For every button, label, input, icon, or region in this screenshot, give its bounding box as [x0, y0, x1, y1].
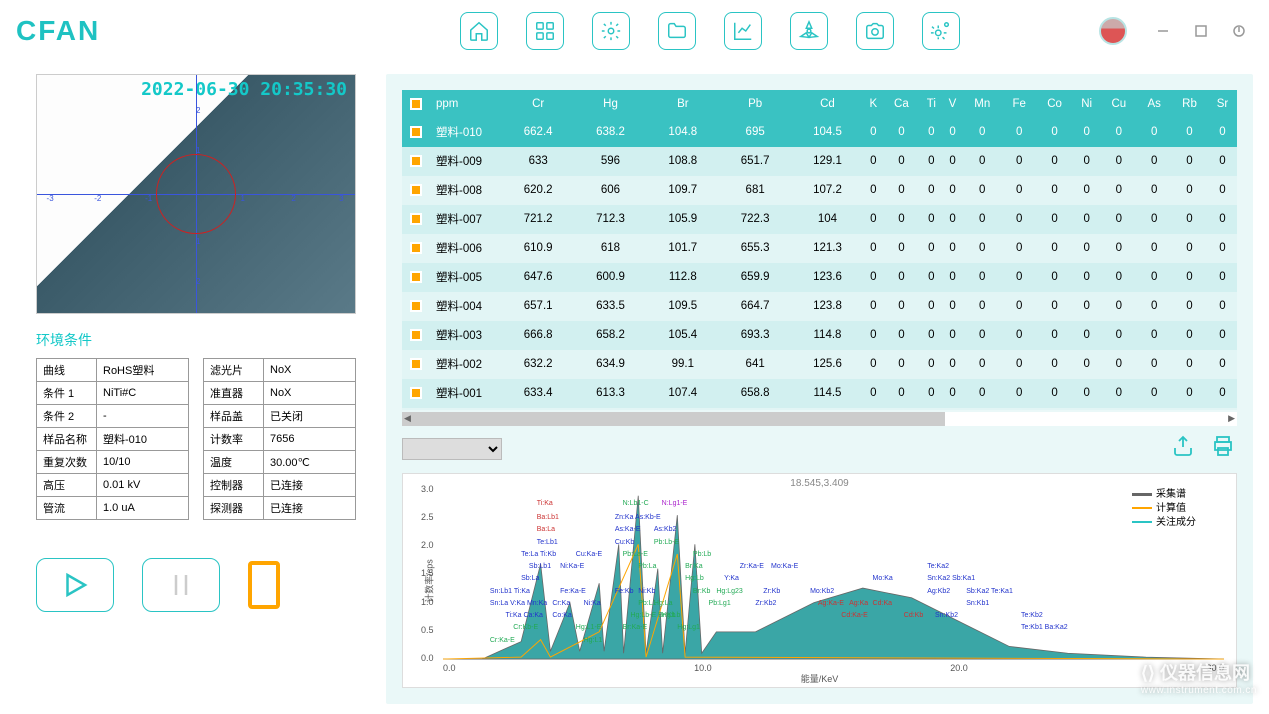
col-header[interactable]: Co [1036, 90, 1073, 118]
apps-icon[interactable] [526, 12, 564, 50]
col-header[interactable]: Fe [1002, 90, 1036, 118]
table-row[interactable]: 塑料-004657.1633.5109.5664.7123.8000000000… [402, 292, 1237, 321]
table-row[interactable]: 塑料-008620.2606109.7681107.2000000000000 [402, 176, 1237, 205]
camera-timestamp: 2022-06-30 20:35:30 [141, 79, 347, 100]
chart-xlabel: 能量/KeV [801, 672, 839, 685]
settings-icon[interactable] [592, 12, 630, 50]
param-val: 已连接 [264, 474, 356, 497]
chart-icon[interactable] [724, 12, 762, 50]
col-header[interactable]: Br [647, 90, 719, 118]
col-header[interactable]: V [943, 90, 962, 118]
param-key: 控制器 [204, 474, 264, 497]
results-grid[interactable]: ppmCrHgBrPbCdKCaTiVMnFeCoNiCuAsRbSr塑料-01… [402, 90, 1237, 410]
params-table-right: 滤光片NoX准直器NoX样品盖已关闭计数率7656温度30.00℃控制器已连接探… [203, 358, 356, 520]
table-row[interactable]: 塑料-002632.2634.999.1641125.6000000000000 [402, 350, 1237, 379]
param-key: 高压 [37, 474, 97, 497]
param-val: NiTi#C [97, 382, 189, 405]
play-button[interactable] [36, 558, 114, 612]
param-val: 10/10 [97, 451, 189, 474]
params-table-left: 曲线RoHS塑料条件 1NiTi#C条件 2-样品名称塑料-010重复次数10/… [36, 358, 189, 520]
col-header[interactable]: K [864, 90, 883, 118]
col-header[interactable]: Ti [920, 90, 943, 118]
col-header[interactable]: ppm [430, 90, 502, 118]
param-key: 条件 1 [37, 382, 97, 405]
col-header[interactable] [402, 90, 430, 118]
camera-view: 2022-06-30 20:35:30 -3-2-1 123 12 12 [36, 74, 356, 314]
playback-controls [16, 520, 376, 612]
chart-select[interactable] [402, 438, 502, 460]
param-key: 温度 [204, 451, 264, 474]
param-val: 塑料-010 [97, 428, 189, 451]
col-header[interactable]: Ni [1073, 90, 1100, 118]
param-key: 样品盖 [204, 405, 264, 428]
col-header[interactable]: Cd [791, 90, 863, 118]
table-row[interactable]: 平均值648.5631.1106.5672.3116.8000000000000 [402, 408, 1237, 410]
param-key: 探测器 [204, 497, 264, 520]
advanced-settings-icon[interactable] [922, 12, 960, 50]
topicons [460, 12, 960, 50]
col-header[interactable]: Sr [1208, 90, 1237, 118]
table-row[interactable]: 塑料-006610.9618101.7655.3121.300000000000… [402, 234, 1237, 263]
logo: CFAN [16, 15, 100, 47]
table-row[interactable]: 塑料-005647.6600.9112.8659.9123.6000000000… [402, 263, 1237, 292]
param-key: 曲线 [37, 359, 97, 382]
param-val: 1.0 uA [97, 497, 189, 520]
param-val: 已连接 [264, 497, 356, 520]
camera-icon[interactable] [856, 12, 894, 50]
close-button[interactable] [1225, 22, 1253, 40]
col-header[interactable]: Hg [574, 90, 646, 118]
minimize-button[interactable] [1149, 22, 1177, 40]
param-val: NoX [264, 382, 356, 405]
param-val: NoX [264, 359, 356, 382]
col-header[interactable]: Rb [1171, 90, 1208, 118]
param-key: 滤光片 [204, 359, 264, 382]
param-key: 重复次数 [37, 451, 97, 474]
table-row[interactable]: 塑料-003666.8658.2105.4693.3114.8000000000… [402, 321, 1237, 350]
param-key: 计数率 [204, 428, 264, 451]
col-header[interactable]: As [1137, 90, 1171, 118]
spectrum-chart[interactable]: 18.545,3.409 采集谱 计算值 关注成分 计数率/cps 能量/KeV… [402, 473, 1237, 688]
results-grid-wrapper[interactable]: ppmCrHgBrPbCdKCaTiVMnFeCoNiCuAsRbSr塑料-01… [402, 90, 1237, 410]
table-row[interactable]: 塑料-009633596108.8651.7129.1000000000000 [402, 147, 1237, 176]
param-val: 30.00℃ [264, 451, 356, 474]
param-val: 7656 [264, 428, 356, 451]
grid-scrollbar[interactable]: ◀▶ [402, 412, 1237, 426]
param-key: 准直器 [204, 382, 264, 405]
param-key: 管流 [37, 497, 97, 520]
print-button[interactable] [1209, 434, 1237, 463]
folder-icon[interactable] [658, 12, 696, 50]
params-tables: 曲线RoHS塑料条件 1NiTi#C条件 2-样品名称塑料-010重复次数10/… [16, 358, 376, 520]
param-key: 条件 2 [37, 405, 97, 428]
col-header[interactable]: Mn [962, 90, 1002, 118]
right-panel: ppmCrHgBrPbCdKCaTiVMnFeCoNiCuAsRbSr塑料-01… [386, 74, 1253, 704]
table-row[interactable]: 塑料-007721.2712.3105.9722.310400000000000… [402, 205, 1237, 234]
param-val: RoHS塑料 [97, 359, 189, 382]
maximize-button[interactable] [1187, 22, 1215, 40]
col-header[interactable]: Ca [883, 90, 920, 118]
param-key: 样品名称 [37, 428, 97, 451]
window-controls [1099, 17, 1253, 45]
counter-digit [248, 561, 280, 609]
user-avatar[interactable] [1099, 17, 1127, 45]
export-button[interactable] [1169, 434, 1197, 463]
col-header[interactable]: Cu [1100, 90, 1137, 118]
param-val: 已关闭 [264, 405, 356, 428]
table-row[interactable]: 塑料-001633.4613.3107.4658.8114.5000000000… [402, 379, 1237, 408]
radiation-icon[interactable] [790, 12, 828, 50]
param-val: 0.01 kV [97, 474, 189, 497]
table-row[interactable]: 塑料-010662.4638.2104.8695104.500000000000… [402, 118, 1237, 147]
col-header[interactable]: Cr [502, 90, 574, 118]
col-header[interactable]: Pb [719, 90, 791, 118]
env-section-title: 环境条件 [36, 330, 356, 350]
param-val: - [97, 405, 189, 428]
left-panel: 2022-06-30 20:35:30 -3-2-1 123 12 12 环境条… [16, 66, 376, 704]
topbar: CFAN [0, 0, 1269, 62]
chart-toolbar [402, 426, 1237, 467]
home-icon[interactable] [460, 12, 498, 50]
pause-button[interactable] [142, 558, 220, 612]
